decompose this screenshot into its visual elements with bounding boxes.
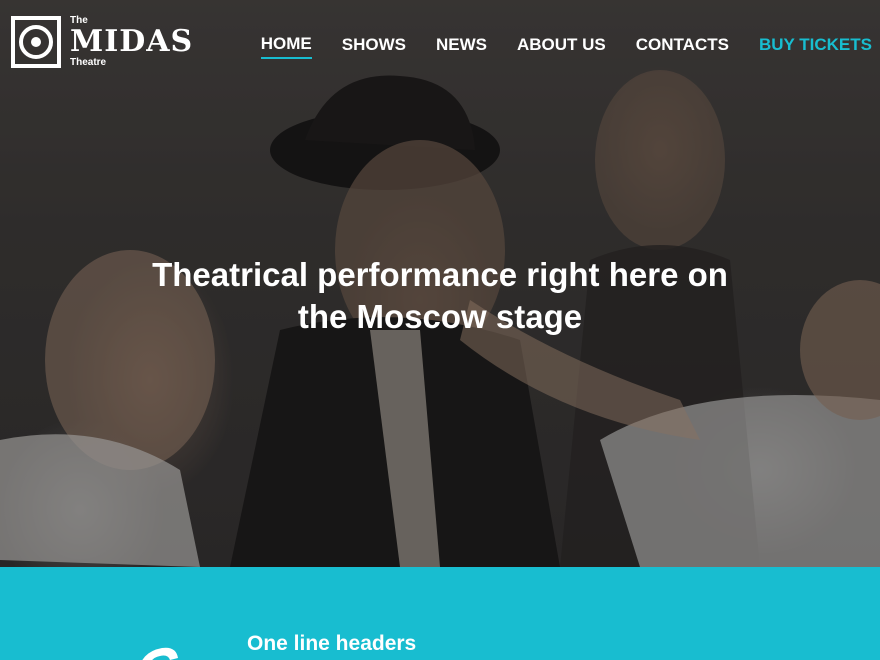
logo-text: The MIDAS Theatre [70, 16, 193, 68]
logo-subtitle: Theatre [70, 57, 107, 68]
buy-tickets-link[interactable]: BUY TICKETS [759, 35, 872, 58]
nav-home[interactable]: HOME [260, 34, 312, 59]
nav-news[interactable]: NEWS [436, 35, 487, 58]
hero-title: Theatrical performance right here on the… [152, 256, 728, 335]
nav-about-us[interactable]: ABOUT US [517, 35, 606, 58]
logo-name: MIDAS [70, 24, 194, 59]
main-nav: HOME SHOWS NEWS ABOUT US CONTACTS BUY TI… [231, 34, 872, 59]
nav-contacts[interactable]: CONTACTS [636, 35, 729, 58]
band-heading: One line headers [247, 632, 417, 655]
logo[interactable]: The MIDAS Theatre [11, 16, 193, 68]
logo-mark-icon [11, 16, 61, 68]
nav-shows[interactable]: SHOWS [342, 35, 406, 58]
feature-icon [142, 647, 178, 660]
